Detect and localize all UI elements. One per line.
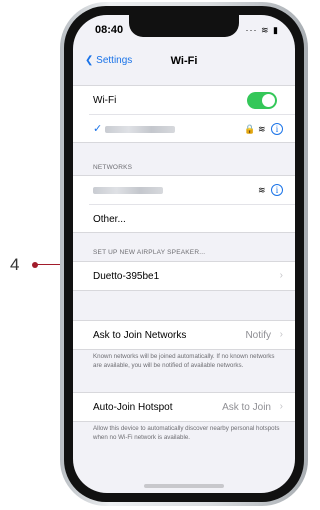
chevron-right-icon: › (279, 270, 283, 281)
other-label: Other... (93, 214, 126, 225)
network-name-redacted (93, 187, 163, 194)
connected-network-icons: 🔒 ≋ i (244, 123, 283, 135)
info-icon[interactable]: i (271, 184, 283, 196)
auto-hotspot-row[interactable]: Auto-Join Hotspot Ask to Join › (73, 393, 295, 421)
other-network-row[interactable]: Other... (89, 204, 295, 232)
auto-hotspot-footer: Allow this device to automatically disco… (93, 425, 280, 441)
auto-hotspot-label: Auto-Join Hotspot (93, 402, 173, 413)
phone-bezel: 08:40 ··· ≋ ▮ ❮ Settings Wi-Fi Wi-Fi ✓ 🔒… (64, 6, 304, 502)
wifi-toggle[interactable] (247, 92, 277, 109)
callout-number: 4 (10, 255, 20, 274)
speaker-name: Duetto-395be1 (93, 271, 160, 282)
auto-hotspot-group: Auto-Join Hotspot Ask to Join › (73, 392, 295, 422)
ask-join-value: Notify (245, 330, 271, 341)
networks-group: ≋ i Other... (73, 175, 295, 233)
auto-hotspot-value: Ask to Join (222, 402, 271, 413)
checkmark-icon: ✓ (93, 123, 103, 135)
ask-join-group: Ask to Join Networks Notify › (73, 320, 295, 350)
airplay-speaker-row[interactable]: Duetto-395be1 › (73, 262, 295, 290)
ask-join-label: Ask to Join Networks (93, 330, 187, 341)
lock-wifi-icons: 🔒 ≋ (244, 124, 266, 134)
wifi-icon: ≋ (257, 185, 266, 195)
status-time: 08:40 (95, 24, 124, 36)
home-indicator[interactable] (144, 484, 224, 488)
status-icons: ··· ≋ ▮ (245, 25, 279, 35)
airplay-group: Duetto-395be1 › (73, 261, 295, 291)
chevron-right-icon: › (279, 401, 283, 412)
ask-join-row[interactable]: Ask to Join Networks Notify › (73, 321, 295, 349)
chevron-right-icon: › (279, 329, 283, 340)
wifi-group: Wi-Fi ✓ 🔒 ≋ i (73, 85, 295, 143)
phone-screen: 08:40 ··· ≋ ▮ ❮ Settings Wi-Fi Wi-Fi ✓ 🔒… (73, 15, 295, 493)
networks-header: NETWORKS (93, 164, 133, 171)
airplay-header: SET UP NEW AIRPLAY SPEAKER... (93, 249, 206, 256)
wifi-label: Wi-Fi (93, 95, 117, 106)
network-name-redacted (105, 126, 175, 133)
page-title: Wi-Fi (170, 55, 198, 67)
info-icon[interactable]: i (271, 123, 283, 135)
ask-join-footer: Known networks will be joined automatica… (93, 353, 275, 369)
connected-network-row[interactable]: ✓ 🔒 ≋ i (89, 114, 295, 142)
network-row-icons: ≋ i (258, 184, 283, 196)
callout-dot (32, 262, 38, 268)
notch (129, 15, 239, 37)
phone-frame: 08:40 ··· ≋ ▮ ❮ Settings Wi-Fi Wi-Fi ✓ 🔒… (60, 2, 308, 506)
wifi-toggle-row: Wi-Fi (73, 86, 295, 114)
network-row[interactable]: ≋ i (73, 176, 295, 204)
navigation-bar: ❮ Settings Wi-Fi (73, 53, 295, 75)
